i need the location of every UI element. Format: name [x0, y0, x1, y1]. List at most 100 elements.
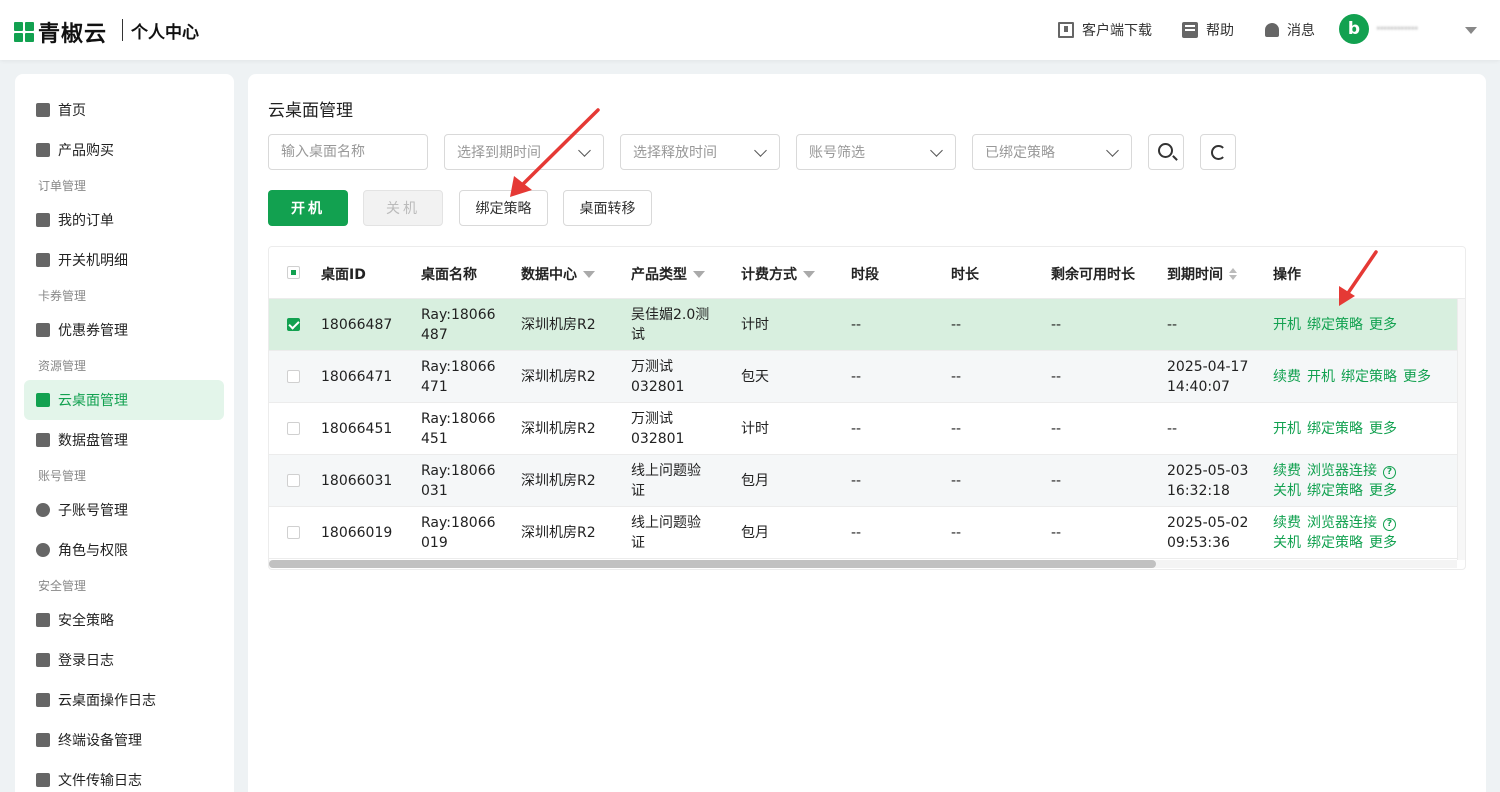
- expire-time-select[interactable]: 选择到期时间: [444, 134, 604, 170]
- row-checkbox[interactable]: [287, 318, 300, 331]
- table-row[interactable]: 18066451 Ray:18066 451 深圳机房R2 万测试 032801 计时 -- -…: [269, 403, 1457, 455]
- logo-grid-icon: [14, 22, 34, 42]
- row-checkbox[interactable]: [287, 474, 300, 487]
- row-action-link[interactable]: 浏览器连接: [1307, 515, 1377, 531]
- bound-policy-select[interactable]: 已绑定策略: [972, 134, 1132, 170]
- search-button[interactable]: [1148, 134, 1184, 170]
- row-action-link[interactable]: 关机: [1273, 535, 1301, 551]
- client-download-link[interactable]: 客户端下载: [1058, 20, 1152, 40]
- sidebar-item-desktop-op-log[interactable]: 云桌面操作日志: [24, 680, 224, 720]
- sidebar-item-file-transfer-log[interactable]: 文件传输日志: [24, 760, 224, 792]
- row-action-link[interactable]: 开机: [1273, 317, 1301, 333]
- sidebar-item-label: 我的订单: [58, 213, 114, 229]
- bind-policy-button[interactable]: 绑定策略: [459, 190, 548, 226]
- row-action-link[interactable]: 浏览器连接: [1307, 463, 1377, 479]
- row-action-link[interactable]: 开机: [1307, 369, 1335, 385]
- sidebar-item-purchase[interactable]: 产品购买: [24, 130, 224, 170]
- filter-icon[interactable]: [583, 270, 595, 278]
- cell-datacenter: 深圳机房R2: [521, 369, 596, 385]
- row-action-link[interactable]: 续费: [1273, 515, 1301, 531]
- row-action-link[interactable]: 更多: [1403, 369, 1431, 385]
- horizontal-scrollbar[interactable]: [269, 560, 1457, 568]
- help-link[interactable]: 帮助: [1182, 20, 1234, 40]
- top-header: 青椒云 个人中心 客户端下载 帮助 消息 b ············: [0, 0, 1500, 60]
- filter-icon[interactable]: [803, 270, 815, 278]
- desktop-transfer-button[interactable]: 桌面转移: [563, 190, 652, 226]
- power-on-button[interactable]: 开机: [268, 190, 348, 226]
- col-header-label: 时段: [851, 267, 879, 283]
- scrollbar-thumb[interactable]: [269, 560, 1156, 568]
- sidebar-item-my-orders[interactable]: 我的订单: [24, 200, 224, 240]
- row-action-link[interactable]: 续费: [1273, 463, 1301, 479]
- release-time-select[interactable]: 选择释放时间: [620, 134, 780, 170]
- sidebar-group-resources: 资源管理: [38, 359, 87, 373]
- logo[interactable]: 青椒云: [14, 16, 107, 48]
- desktop-name-input[interactable]: [268, 134, 428, 170]
- messages-link[interactable]: 消息: [1265, 20, 1315, 40]
- avatar[interactable]: b: [1339, 14, 1369, 44]
- row-action-link[interactable]: 续费: [1273, 369, 1301, 385]
- sidebar-item-roles[interactable]: 角色与权限: [24, 530, 224, 570]
- row-action-link[interactable]: 绑定策略: [1307, 421, 1363, 437]
- col-header-datacenter: 数据中心: [521, 264, 595, 284]
- row-checkbox[interactable]: [287, 526, 300, 539]
- file-icon: [36, 773, 50, 787]
- row-action-link[interactable]: 更多: [1369, 317, 1397, 333]
- sidebar-item-login-log[interactable]: 登录日志: [24, 640, 224, 680]
- sidebar-item-home[interactable]: 首页: [24, 90, 224, 130]
- sidebar-item-label: 产品购买: [58, 143, 114, 159]
- cell-line: 031: [421, 483, 448, 499]
- sidebar-item-cloud-desktop[interactable]: 云桌面管理: [24, 380, 224, 420]
- help-circle-icon[interactable]: ?: [1383, 465, 1396, 479]
- row-action-link[interactable]: 开机: [1273, 421, 1301, 437]
- row-checkbox[interactable]: [287, 370, 300, 383]
- select-all-checkbox[interactable]: [287, 266, 300, 279]
- row-checkbox[interactable]: [287, 422, 300, 435]
- sidebar-group-accounts: 账号管理: [38, 469, 87, 483]
- row-action-link[interactable]: 更多: [1369, 535, 1397, 551]
- sidebar-item-sub-accounts[interactable]: 子账号管理: [24, 490, 224, 530]
- cell-expire: 2025-04-17 14:40:07: [1167, 357, 1248, 397]
- row-action-link[interactable]: 更多: [1369, 483, 1397, 499]
- row-action-link[interactable]: 关机: [1273, 483, 1301, 499]
- power-off-button[interactable]: 关机: [363, 190, 443, 226]
- row-action-link[interactable]: 绑定策略: [1341, 369, 1397, 385]
- sidebar-item-security-policy[interactable]: 安全策略: [24, 600, 224, 640]
- table-row[interactable]: 18066471 Ray:18066 471 深圳机房R2 万测试 032801 包天 -- -…: [269, 351, 1457, 403]
- table-row[interactable]: 18066487 Ray:18066 487 深圳机房R2 吴佳媚2.0测试 计时 -- --…: [269, 299, 1457, 351]
- cell-line: 吴佳媚2.0测: [631, 307, 710, 323]
- table-row[interactable]: 18066031 Ray:18066 031 深圳机房R2 线上问题验证 包月 -- -- --…: [269, 455, 1457, 507]
- vertical-scrollbar[interactable]: [1457, 299, 1465, 560]
- account-filter-select[interactable]: 账号筛选: [796, 134, 956, 170]
- cell-ops: 开机 绑定策略 更多: [1273, 419, 1403, 439]
- cell-line: 线上问题验: [631, 515, 701, 531]
- cell-remaining: --: [1051, 473, 1062, 489]
- chevron-down-icon[interactable]: [1465, 27, 1477, 34]
- cell-expire: --: [1167, 421, 1178, 437]
- cell-ops: 续费 浏览器连接? 关机 绑定策略 更多: [1273, 461, 1403, 501]
- row-action-link[interactable]: 绑定策略: [1307, 535, 1363, 551]
- row-action-link[interactable]: 绑定策略: [1307, 483, 1363, 499]
- cell-line: 16:32:18: [1167, 483, 1230, 499]
- sort-icon[interactable]: [1229, 268, 1237, 280]
- release-time-placeholder: 选择释放时间: [633, 145, 717, 161]
- help-circle-icon[interactable]: ?: [1383, 517, 1396, 531]
- row-action-link[interactable]: 绑定策略: [1307, 317, 1363, 333]
- cell-duration: --: [951, 421, 962, 437]
- row-action-link[interactable]: 更多: [1369, 421, 1397, 437]
- cell-line: 试: [631, 327, 645, 343]
- cell-duration: --: [951, 369, 962, 385]
- col-header-label: 操作: [1273, 267, 1301, 283]
- sidebar-item-data-disk[interactable]: 数据盘管理: [24, 420, 224, 460]
- sidebar-item-coupons[interactable]: 优惠券管理: [24, 310, 224, 350]
- filter-icon[interactable]: [693, 270, 705, 278]
- sidebar-item-terminal-devices[interactable]: 终端设备管理: [24, 720, 224, 760]
- refresh-button[interactable]: [1200, 134, 1236, 170]
- col-header-label: 桌面名称: [421, 267, 477, 283]
- logo-divider: [122, 19, 123, 41]
- user-name[interactable]: ············: [1376, 21, 1418, 37]
- cell-line: 2025-05-03: [1167, 463, 1249, 479]
- messages-label: 消息: [1287, 23, 1315, 39]
- table-row[interactable]: 18066019 Ray:18066 019 深圳机房R2 线上问题验证 包月 -- -- --…: [269, 507, 1457, 559]
- sidebar-item-power-detail[interactable]: 开关机明细: [24, 240, 224, 280]
